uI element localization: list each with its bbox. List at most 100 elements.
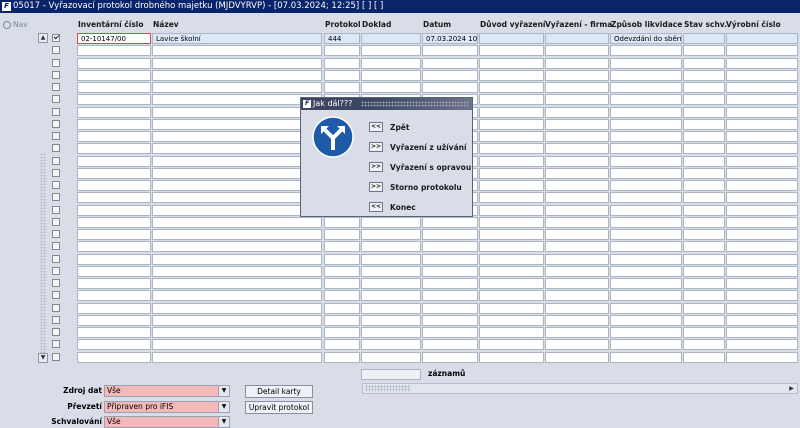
doklad-cell[interactable]: [361, 253, 421, 265]
protokol-cell[interactable]: [324, 241, 360, 253]
duvod-vyrazeni-cell[interactable]: [479, 278, 544, 289]
table-row[interactable]: [38, 302, 798, 315]
vyrobni-cislo-cell[interactable]: [726, 314, 798, 326]
row-checkbox[interactable]: [52, 168, 60, 177]
duvod-vyrazeni-cell[interactable]: [479, 180, 544, 191]
duvod-vyrazeni-cell[interactable]: [479, 118, 544, 130]
table-row[interactable]: [38, 339, 798, 351]
stav-schv-cell[interactable]: [683, 253, 725, 265]
stav-schv-cell[interactable]: [683, 45, 725, 57]
row-checkbox[interactable]: [52, 156, 60, 165]
inventarni-cislo-cell[interactable]: [77, 69, 151, 81]
vyrazeni-s-opravou-label[interactable]: Vyřazení s opravou: [390, 163, 471, 172]
nazev-cell[interactable]: [152, 69, 322, 81]
nazev-cell[interactable]: [152, 351, 322, 363]
duvod-vyrazeni-cell[interactable]: [479, 241, 544, 253]
stav-schv-cell[interactable]: [683, 314, 725, 326]
protokol-cell[interactable]: [324, 265, 360, 277]
inventarni-cislo-cell[interactable]: [77, 314, 151, 326]
storno-protokolu-button[interactable]: >>: [369, 182, 383, 192]
vyrazeni-firma-cell[interactable]: [545, 180, 609, 191]
row-checkbox[interactable]: [52, 181, 60, 189]
vyrobni-cislo-cell[interactable]: [726, 167, 798, 179]
nazev-cell[interactable]: [152, 302, 322, 314]
zpusob-likvidace-cell[interactable]: [610, 94, 682, 106]
stav-schv-cell[interactable]: [683, 69, 725, 81]
zpusob-likvidace-cell[interactable]: [610, 57, 682, 69]
inventarni-cislo-cell[interactable]: [77, 229, 151, 240]
scroll-right-icon[interactable]: ▶: [787, 384, 796, 393]
protokol-cell[interactable]: [324, 82, 360, 93]
datum-cell[interactable]: [422, 82, 478, 93]
inventarni-cislo-cell[interactable]: [77, 167, 151, 179]
nazev-cell[interactable]: [152, 155, 322, 167]
nazev-cell[interactable]: [152, 278, 322, 289]
doklad-cell[interactable]: [361, 278, 421, 289]
vyrazeni-firma-cell[interactable]: [545, 278, 609, 289]
zpusob-likvidace-cell[interactable]: [610, 143, 682, 155]
zpusob-likvidace-cell[interactable]: Odevzdání do sběrn: [610, 33, 682, 44]
duvod-vyrazeni-cell[interactable]: [479, 69, 544, 81]
stav-schv-cell[interactable]: [683, 278, 725, 289]
vyrazeni-firma-cell[interactable]: [545, 106, 609, 118]
duvod-vyrazeni-cell[interactable]: [479, 204, 544, 216]
dialog-titlebar[interactable]: F Jak dál???: [301, 98, 472, 110]
nazev-cell[interactable]: [152, 45, 322, 57]
datum-cell[interactable]: [422, 45, 478, 57]
duvod-vyrazeni-cell[interactable]: [479, 82, 544, 93]
hscroll-thumb[interactable]: [365, 385, 411, 392]
vyrazeni-z-uzivani-label[interactable]: Vyřazení z užívání: [390, 143, 467, 152]
duvod-vyrazeni-cell[interactable]: [479, 216, 544, 228]
inventarni-cislo-cell[interactable]: [77, 290, 151, 302]
vyrazeni-firma-cell[interactable]: [545, 253, 609, 265]
datum-cell[interactable]: [422, 265, 478, 277]
table-row[interactable]: [38, 278, 798, 290]
protokol-cell[interactable]: [324, 229, 360, 240]
inventarni-cislo-cell[interactable]: 02-10147/00: [77, 33, 151, 44]
inventarni-cislo-cell[interactable]: [77, 118, 151, 130]
vyrobni-cislo-cell[interactable]: [726, 118, 798, 130]
datum-cell[interactable]: [422, 351, 478, 363]
vyrazeni-firma-cell[interactable]: [545, 155, 609, 167]
grid-horizontal-scrollbar[interactable]: ▶: [362, 383, 798, 394]
nazev-cell[interactable]: [152, 143, 322, 155]
table-row[interactable]: [38, 216, 798, 229]
zpusob-likvidace-cell[interactable]: [610, 131, 682, 142]
table-row[interactable]: [38, 265, 798, 278]
vyrobni-cislo-cell[interactable]: [726, 302, 798, 314]
row-checkbox[interactable]: [52, 205, 60, 214]
zpusob-likvidace-cell[interactable]: [610, 180, 682, 191]
vyrazeni-firma-cell[interactable]: [545, 204, 609, 216]
stav-schv-cell[interactable]: [683, 302, 725, 314]
stav-schv-cell[interactable]: [683, 82, 725, 93]
datum-cell[interactable]: [422, 57, 478, 69]
table-row[interactable]: [38, 57, 798, 70]
zpusob-likvidace-cell[interactable]: [610, 290, 682, 302]
duvod-vyrazeni-cell[interactable]: [479, 57, 544, 69]
vyrazeni-firma-cell[interactable]: [545, 314, 609, 326]
vyrazeni-firma-cell[interactable]: [545, 143, 609, 155]
table-row[interactable]: 02-10147/00 Lavice školní 444 07.03.2024 10…: [38, 33, 798, 45]
stav-schv-cell[interactable]: [683, 118, 725, 130]
vyrazeni-firma-cell[interactable]: [545, 167, 609, 179]
table-row[interactable]: [38, 290, 798, 302]
vyrazeni-firma-cell[interactable]: [545, 339, 609, 351]
table-row[interactable]: [38, 45, 798, 57]
nazev-cell[interactable]: [152, 314, 322, 326]
inventarni-cislo-cell[interactable]: [77, 265, 151, 277]
stav-schv-cell[interactable]: [683, 229, 725, 240]
row-checkbox[interactable]: [52, 340, 60, 349]
nazev-cell[interactable]: [152, 180, 322, 191]
vyrazeni-firma-cell[interactable]: [545, 229, 609, 240]
table-row[interactable]: [38, 82, 798, 94]
duvod-vyrazeni-cell[interactable]: [479, 33, 544, 44]
inventarni-cislo-cell[interactable]: [77, 57, 151, 69]
doklad-cell[interactable]: [361, 265, 421, 277]
doklad-cell[interactable]: [361, 216, 421, 228]
nav-link[interactable]: Nav: [3, 20, 28, 29]
doklad-cell[interactable]: [361, 33, 421, 44]
stav-schv-cell[interactable]: [683, 106, 725, 118]
vyrazeni-firma-cell[interactable]: [545, 33, 609, 44]
inventarni-cislo-cell[interactable]: [77, 82, 151, 93]
stav-schv-cell[interactable]: [683, 351, 725, 363]
